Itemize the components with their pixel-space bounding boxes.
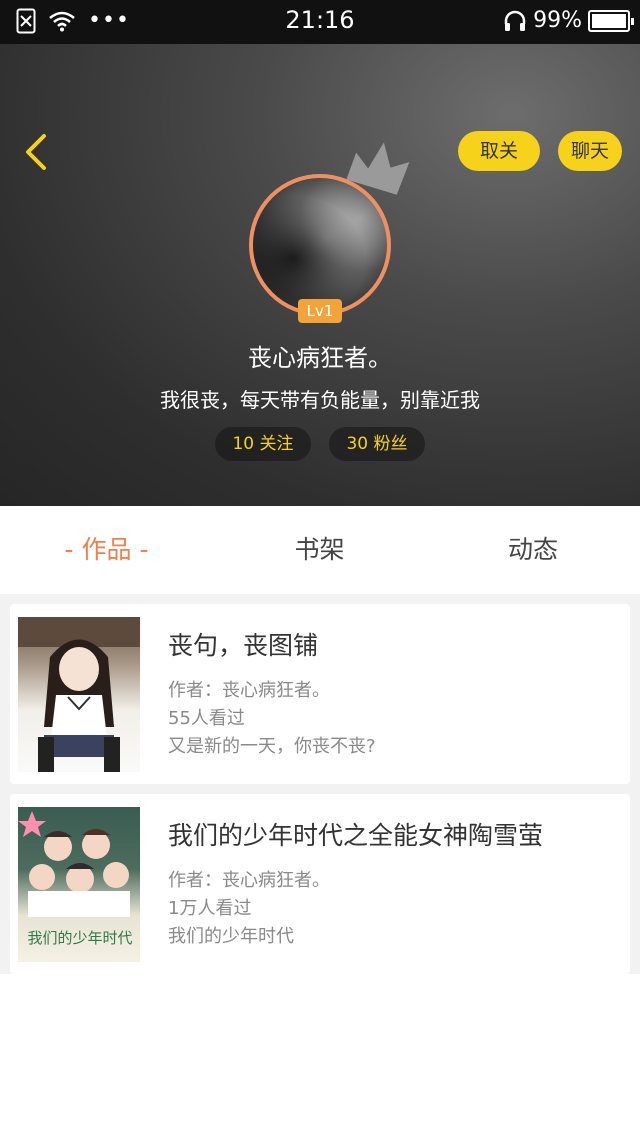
profile-tabs: - 作品 - 书架 动态 bbox=[0, 506, 640, 594]
book-cover: 我们的少年时代 bbox=[18, 807, 140, 962]
book-cover bbox=[18, 617, 140, 772]
work-description: 又是新的一天，你丧不丧? bbox=[168, 736, 376, 757]
following-count[interactable]: 10 关注 bbox=[215, 427, 311, 461]
work-title: 我们的少年时代之全能女神陶雪萤 bbox=[168, 821, 544, 850]
work-views: 55人看过 bbox=[168, 708, 245, 729]
back-arrow-icon[interactable] bbox=[18, 130, 58, 174]
work-author: 作者：丧心病狂者。 bbox=[168, 680, 330, 701]
bio: 我很丧，每天带有负能量，别靠近我 bbox=[160, 388, 480, 412]
battery-icon bbox=[588, 9, 634, 32]
fans-count[interactable]: 30 粉丝 bbox=[329, 427, 425, 461]
work-title: 丧句，丧图铺 bbox=[168, 631, 319, 660]
level-badge: Lv1 bbox=[298, 299, 342, 323]
battery-percent: 99% bbox=[533, 8, 582, 33]
avatar[interactable] bbox=[249, 174, 391, 316]
work-author: 作者：丧心病狂者。 bbox=[168, 870, 330, 891]
list-item[interactable]: 我们的少年时代 我们的少年时代之全能女神陶雪萤 作者：丧心病狂者。 1万人看过 … bbox=[10, 794, 630, 974]
status-bar: ••• 21:16 99% bbox=[0, 0, 640, 44]
tab-activity[interactable]: 动态 bbox=[426, 506, 640, 594]
tab-works[interactable]: - 作品 - bbox=[0, 506, 213, 594]
work-description: 我们的少年时代 bbox=[168, 926, 294, 947]
tab-bookshelf[interactable]: 书架 bbox=[213, 506, 426, 594]
profile-header: 取关 聊天 Lv1 丧心病狂者。 我很丧，每天带有负能量，别靠近我 10 关注 … bbox=[0, 44, 640, 506]
chat-button[interactable]: 聊天 bbox=[558, 131, 622, 171]
avatar-photo bbox=[253, 178, 387, 312]
status-right: 99% bbox=[503, 8, 634, 33]
unfollow-button[interactable]: 取关 bbox=[458, 131, 540, 171]
work-views: 1万人看过 bbox=[168, 898, 252, 919]
cover-illustration bbox=[18, 617, 140, 772]
works-list: 丧句，丧图铺 作者：丧心病狂者。 55人看过 又是新的一天，你丧不丧? 我们的少… bbox=[0, 594, 640, 974]
list-item[interactable]: 丧句，丧图铺 作者：丧心病狂者。 55人看过 又是新的一天，你丧不丧? bbox=[10, 604, 630, 784]
username: 丧心病狂者。 bbox=[248, 344, 392, 372]
battery-fill bbox=[592, 13, 626, 28]
cover-title: 我们的少年时代 bbox=[27, 929, 133, 947]
headphones-icon bbox=[504, 10, 526, 31]
